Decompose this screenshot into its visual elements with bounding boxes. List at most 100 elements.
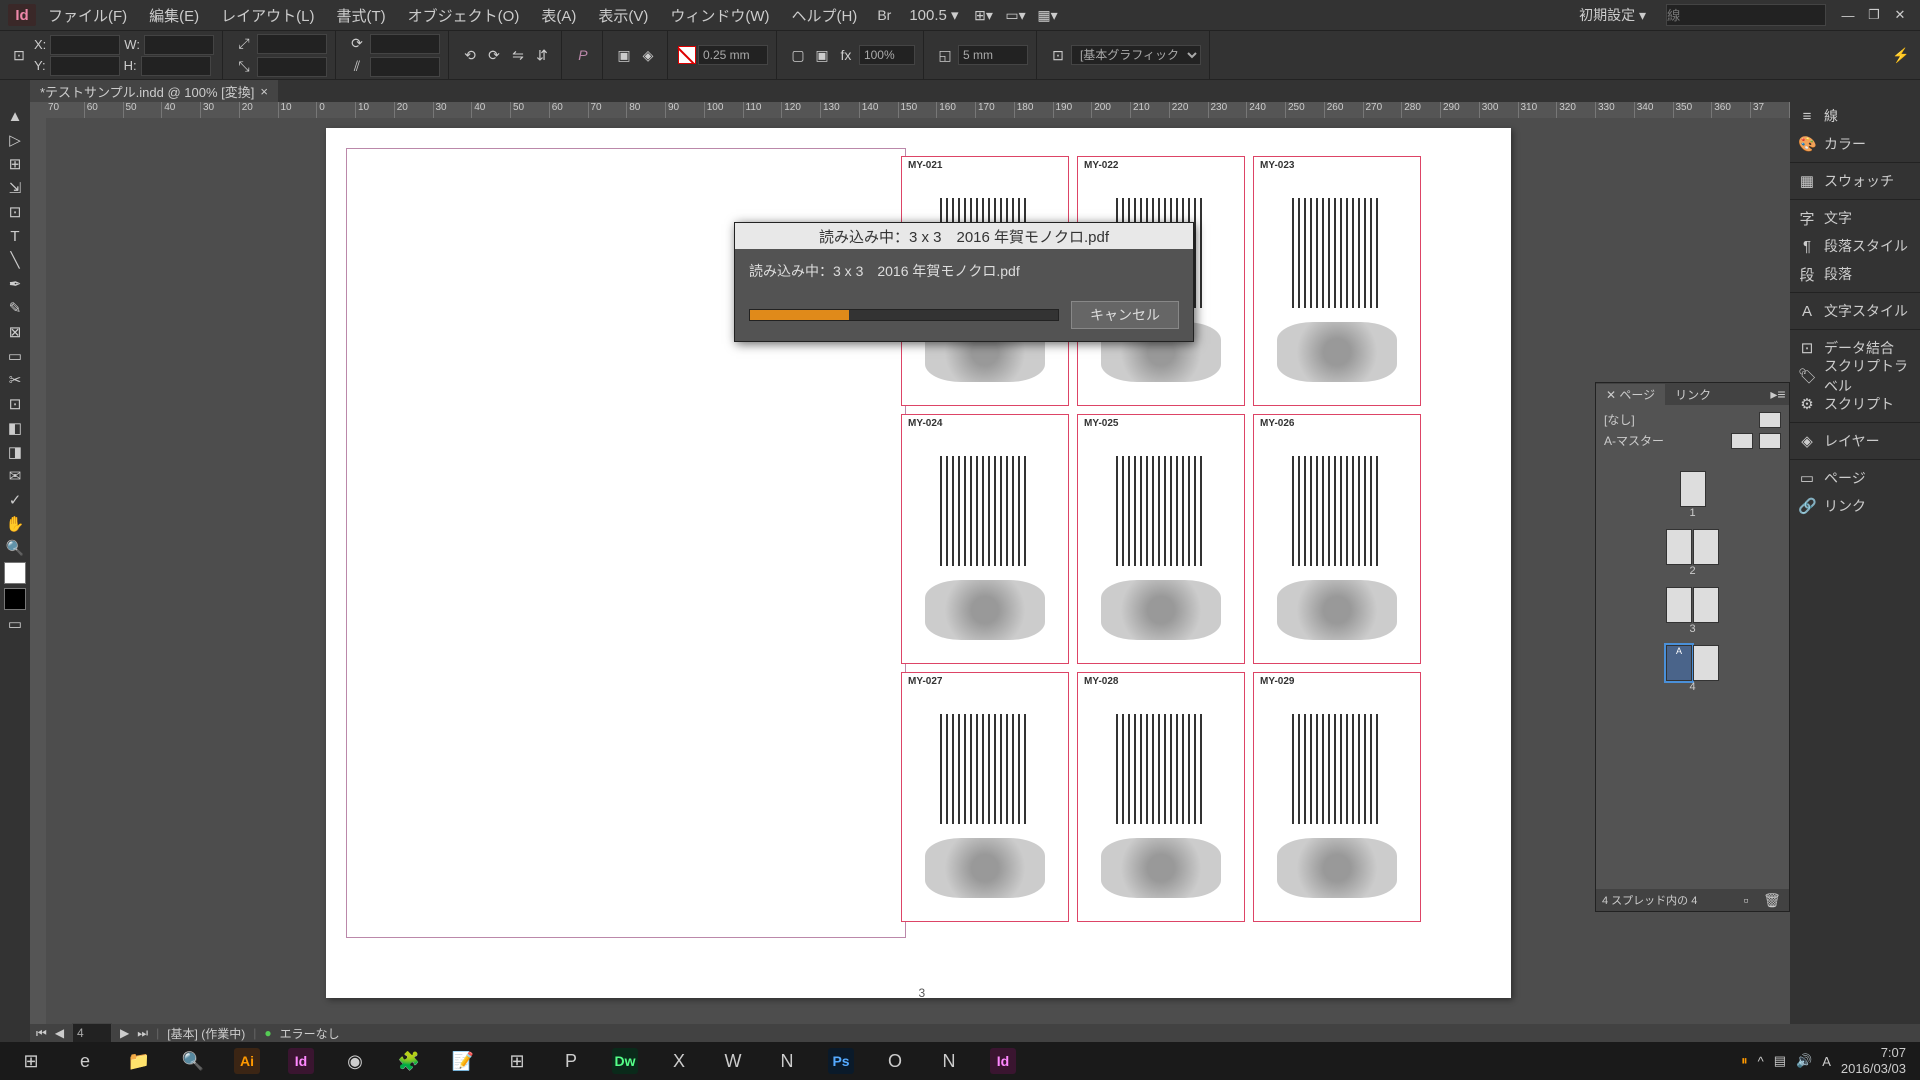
postcard-cell[interactable]: MY-026 bbox=[1253, 414, 1421, 664]
taskbar-app[interactable]: 📝 bbox=[436, 1042, 490, 1080]
rectangle-frame-tool[interactable]: ⊠ bbox=[0, 320, 30, 344]
taskbar-app[interactable]: P bbox=[544, 1042, 598, 1080]
cancel-button[interactable]: キャンセル bbox=[1071, 301, 1179, 329]
direct-selection-tool[interactable]: ▷ bbox=[0, 128, 30, 152]
quick-apply-icon[interactable]: ⚡ bbox=[1890, 44, 1912, 66]
postcard-cell[interactable]: MY-027 bbox=[901, 672, 1069, 922]
x-field[interactable] bbox=[50, 35, 120, 55]
document-tab[interactable]: *テストサンプル.indd @ 100% [変換] × bbox=[30, 80, 278, 103]
taskbar-app[interactable]: Ps bbox=[814, 1042, 868, 1080]
panel-links[interactable]: 🔗リンク bbox=[1790, 492, 1920, 520]
h-field[interactable] bbox=[141, 56, 211, 76]
taskbar-app[interactable]: W bbox=[706, 1042, 760, 1080]
tray-notification-icon[interactable]: ⏸ bbox=[1741, 1053, 1748, 1069]
flip-h-icon[interactable]: ⇋ bbox=[507, 44, 529, 66]
page-thumb[interactable]: 3 bbox=[1666, 587, 1719, 635]
status-errors[interactable]: エラーなし bbox=[280, 1025, 340, 1042]
fill-swatch-icon[interactable] bbox=[678, 46, 696, 64]
menu-type[interactable]: 書式(T) bbox=[327, 1, 396, 30]
maximize-button[interactable]: ❐ bbox=[1862, 6, 1886, 24]
panel-swatches[interactable]: ▦スウォッチ bbox=[1790, 167, 1920, 195]
corner-options-icon[interactable]: ◱ bbox=[934, 44, 956, 66]
page-tool[interactable]: ⊞ bbox=[0, 152, 30, 176]
menu-object[interactable]: オブジェクト(O) bbox=[398, 1, 530, 30]
menu-file[interactable]: ファイル(F) bbox=[38, 1, 137, 30]
taskbar-app[interactable]: ⊞ bbox=[490, 1042, 544, 1080]
panel-script-label[interactable]: 🏷スクリプトラベル bbox=[1790, 362, 1920, 390]
shear-field[interactable] bbox=[370, 57, 440, 77]
gap-tool[interactable]: ⇲ bbox=[0, 176, 30, 200]
fill-stroke-swatch[interactable] bbox=[4, 562, 26, 584]
taskbar-app[interactable]: 📁 bbox=[112, 1042, 166, 1080]
gradient-swatch-tool[interactable]: ◧ bbox=[0, 416, 30, 440]
close-tab-icon[interactable]: × bbox=[260, 84, 268, 99]
y-field[interactable] bbox=[50, 56, 120, 76]
taskbar-app[interactable]: e bbox=[58, 1042, 112, 1080]
text-wrap-none-icon[interactable]: ▢ bbox=[787, 44, 809, 66]
type-tool[interactable]: T bbox=[0, 224, 30, 248]
postcard-cell[interactable]: MY-028 bbox=[1077, 672, 1245, 922]
menu-layout[interactable]: レイアウト(L) bbox=[211, 1, 324, 30]
screen-mode-icon[interactable]: ▭▾ bbox=[1001, 3, 1031, 27]
scale-y-field[interactable] bbox=[257, 57, 327, 77]
status-nav-first[interactable]: ⏮ bbox=[36, 1026, 47, 1041]
view-mode-toggle[interactable]: ▭ bbox=[0, 612, 30, 636]
pages-panel-tab-pages[interactable]: ✕ ページ bbox=[1596, 384, 1665, 405]
panel-layers[interactable]: ◈レイヤー bbox=[1790, 427, 1920, 455]
status-nav-next[interactable]: ▶ bbox=[120, 1026, 129, 1040]
taskbar-app[interactable]: ⊞ bbox=[4, 1042, 58, 1080]
hand-tool[interactable]: ✋ bbox=[0, 512, 30, 536]
taskbar-app[interactable]: ◉ bbox=[328, 1042, 382, 1080]
pages-panel-tab-links[interactable]: リンク bbox=[1665, 384, 1721, 405]
status-page-field[interactable] bbox=[72, 1023, 112, 1043]
rotate-field[interactable] bbox=[370, 34, 440, 54]
panel-para-styles[interactable]: ¶段落スタイル bbox=[1790, 232, 1920, 260]
panel-pages[interactable]: ▭ページ bbox=[1790, 464, 1920, 492]
gradient-feather-tool[interactable]: ◨ bbox=[0, 440, 30, 464]
menu-view[interactable]: 表示(V) bbox=[588, 1, 658, 30]
postcard-cell[interactable]: MY-023 bbox=[1253, 156, 1421, 406]
menu-help[interactable]: ヘルプ(H) bbox=[781, 1, 867, 30]
status-nav-prev[interactable]: ◀ bbox=[55, 1026, 64, 1040]
default-fill-stroke[interactable] bbox=[4, 588, 26, 610]
close-button[interactable]: ✕ bbox=[1888, 6, 1912, 24]
menu-table[interactable]: 表(A) bbox=[531, 1, 586, 30]
eyedropper-tool[interactable]: ✓ bbox=[0, 488, 30, 512]
postcard-cell[interactable]: MY-024 bbox=[901, 414, 1069, 664]
page-thumb[interactable]: A4 bbox=[1666, 645, 1719, 693]
opacity-field[interactable] bbox=[859, 45, 915, 65]
scissors-tool[interactable]: ✂ bbox=[0, 368, 30, 392]
note-tool[interactable]: ✉ bbox=[0, 464, 30, 488]
rectangle-tool[interactable]: ▭ bbox=[0, 344, 30, 368]
selection-tool[interactable]: ▲ bbox=[0, 104, 30, 128]
taskbar-app[interactable]: N bbox=[760, 1042, 814, 1080]
rotate-ccw-icon[interactable]: ⟲ bbox=[459, 44, 481, 66]
master-none[interactable]: [なし] bbox=[1600, 409, 1785, 430]
delete-page-icon[interactable]: 🗑 bbox=[1761, 889, 1783, 911]
postcard-cell[interactable]: MY-025 bbox=[1077, 414, 1245, 664]
menu-window[interactable]: ウィンドウ(W) bbox=[660, 1, 779, 30]
taskbar-app[interactable]: Dw bbox=[598, 1042, 652, 1080]
zoom-level[interactable]: 100.5 ▾ bbox=[901, 4, 966, 26]
bridge-icon[interactable]: Br bbox=[869, 3, 899, 27]
fx-icon[interactable]: fx bbox=[835, 44, 857, 66]
minimize-button[interactable]: — bbox=[1836, 6, 1860, 24]
panel-paragraph[interactable]: 段段落 bbox=[1790, 260, 1920, 288]
scale-x-field[interactable] bbox=[257, 34, 327, 54]
page-thumb[interactable]: 1 bbox=[1680, 471, 1706, 519]
status-style[interactable]: [基本] (作業中) bbox=[167, 1025, 245, 1042]
ref-point-icon[interactable]: ⊡ bbox=[8, 44, 30, 66]
taskbar-app[interactable]: 🧩 bbox=[382, 1042, 436, 1080]
line-tool[interactable]: ╲ bbox=[0, 248, 30, 272]
content-collector-tool[interactable]: ⊡ bbox=[0, 200, 30, 224]
menu-edit[interactable]: 編集(E) bbox=[139, 1, 209, 30]
tray-up-icon[interactable]: ^ bbox=[1758, 1054, 1764, 1069]
tray-action-center-icon[interactable]: ▤ bbox=[1774, 1053, 1786, 1069]
taskbar-app[interactable]: N bbox=[922, 1042, 976, 1080]
stroke-weight-field[interactable] bbox=[698, 45, 768, 65]
search-input[interactable] bbox=[1666, 4, 1826, 26]
tray-clock[interactable]: 7:07 2016/03/03 bbox=[1841, 1045, 1906, 1076]
fit-frame-icon[interactable]: ⊡ bbox=[1047, 44, 1069, 66]
arrange-icon[interactable]: ▦▾ bbox=[1033, 3, 1063, 27]
select-content-icon[interactable]: ◈ bbox=[637, 44, 659, 66]
